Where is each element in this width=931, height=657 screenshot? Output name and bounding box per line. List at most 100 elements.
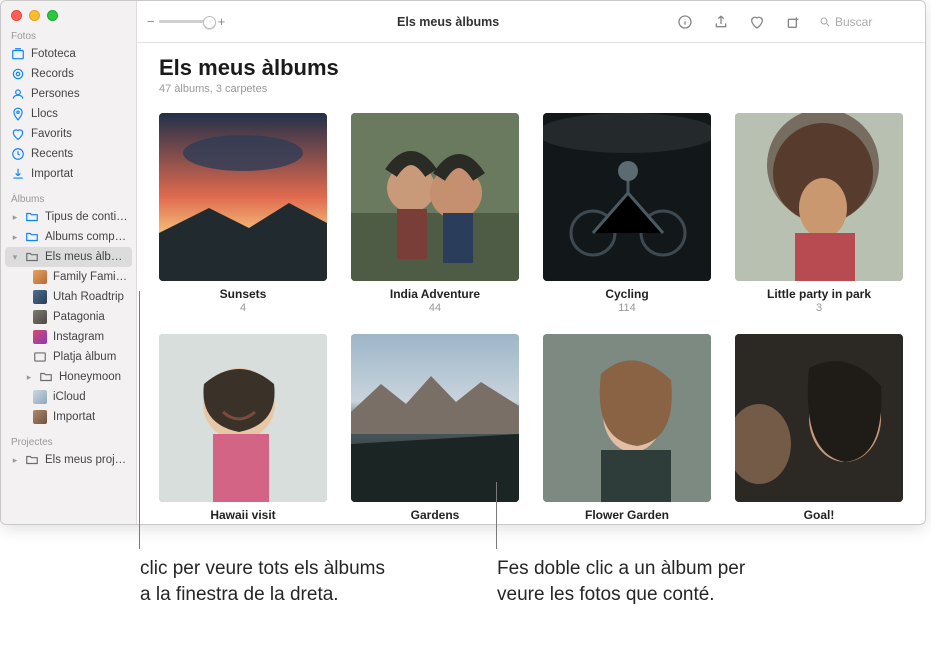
callout-left: clic per veure tots els àlbums a la fine… — [140, 556, 390, 607]
search-placeholder: Buscar — [835, 15, 872, 29]
sidebar-section-albums: Àlbums — [1, 190, 136, 207]
album-count: 12 — [735, 523, 903, 524]
zoom-out-icon[interactable]: − — [147, 14, 155, 29]
sidebar-item-els-meus-albums[interactable]: ▾ Els meus àlbums — [5, 247, 132, 267]
sidebar-item-records[interactable]: Records — [1, 64, 136, 84]
album-item[interactable]: Sunsets 4 — [159, 113, 327, 314]
fullscreen-window-button[interactable] — [47, 10, 58, 21]
album-item[interactable]: India Adventure 44 — [351, 113, 519, 314]
chevron-right-icon[interactable]: ▸ — [11, 232, 19, 243]
places-icon — [11, 107, 25, 121]
info-button[interactable] — [671, 11, 699, 33]
album-thumbnail — [543, 334, 711, 502]
album-item[interactable]: Hawaii visit 2 — [159, 334, 327, 524]
sidebar-item-persones[interactable]: Persones — [1, 84, 136, 104]
sidebar-section-projectes: Projectes — [1, 433, 136, 450]
sidebar-item-utah-roadtrip[interactable]: Utah Roadtrip — [1, 287, 136, 307]
album-item[interactable]: Cycling 114 — [543, 113, 711, 314]
album-thumbnail — [159, 334, 327, 502]
album-thumbnail — [735, 113, 903, 281]
album-count: 8 — [543, 523, 711, 524]
album-count: 24 — [351, 523, 519, 524]
album-count: 44 — [351, 302, 519, 314]
chevron-right-icon[interactable]: ▸ — [25, 372, 33, 383]
sidebar-item-honeymoon[interactable]: ▸ Honeymoon — [1, 367, 136, 387]
album-thumbnail — [351, 334, 519, 502]
album-title: Gardens — [351, 508, 519, 522]
minimize-window-button[interactable] — [29, 10, 40, 21]
sidebar-item-platja-album[interactable]: Platja àlbum — [1, 347, 136, 367]
search-icon — [819, 16, 831, 28]
album-thumbnail — [351, 113, 519, 281]
album-thumbnail — [735, 334, 903, 502]
close-window-button[interactable] — [11, 10, 22, 21]
callout-leader-line — [496, 482, 497, 549]
search-field[interactable]: Buscar — [815, 13, 915, 31]
sidebar-item-tipus-contingut[interactable]: ▸ Tipus de contingut — [1, 207, 136, 227]
album-title: Flower Garden — [543, 508, 711, 522]
album-thumbnail — [543, 113, 711, 281]
sidebar-item-els-meus-projectes[interactable]: ▸ Els meus projectes — [1, 450, 136, 470]
import-icon — [11, 167, 25, 181]
sidebar-item-importat-album[interactable]: Importat — [1, 407, 136, 427]
sidebar-item-fototeca[interactable]: Fototeca — [1, 44, 136, 64]
toolbar: − + Els meus àlbums Buscar — [137, 1, 925, 43]
chevron-right-icon[interactable]: ▸ — [11, 212, 19, 223]
album-title: India Adventure — [351, 287, 519, 301]
album-grid: Sunsets 4 — [159, 113, 903, 524]
sidebar-item-llocs[interactable]: Llocs — [1, 104, 136, 124]
zoom-control[interactable]: − + — [147, 14, 225, 29]
album-thumbnail-icon — [33, 390, 47, 404]
window-controls — [1, 1, 136, 27]
toolbar-title: Els meus àlbums — [397, 15, 499, 29]
sidebar-item-patagonia[interactable]: Patagonia — [1, 307, 136, 327]
folder-icon — [25, 453, 39, 467]
album-thumbnail-icon — [33, 270, 47, 284]
sidebar-item-importat[interactable]: Importat — [1, 164, 136, 184]
content-area: Els meus àlbums 47 àlbums, 3 carpetes Su… — [137, 43, 925, 524]
favorite-button[interactable] — [743, 11, 771, 33]
sidebar-section-fotos: Fotos — [1, 27, 136, 44]
album-thumbnail-icon — [33, 290, 47, 304]
sidebar-item-albums-compartits[interactable]: ▸ Àlbums compartits — [1, 227, 136, 247]
album-icon — [33, 350, 47, 364]
sidebar-item-icloud[interactable]: iCloud — [1, 387, 136, 407]
album-thumbnail-icon — [33, 410, 47, 424]
page-title: Els meus àlbums — [159, 55, 903, 81]
album-item[interactable]: Gardens 24 — [351, 334, 519, 524]
callout-leader-line — [139, 291, 140, 549]
memories-icon — [11, 67, 25, 81]
heart-icon — [11, 127, 25, 141]
album-count: 114 — [543, 302, 711, 314]
share-button[interactable] — [707, 11, 735, 33]
album-item[interactable]: Flower Garden 8 — [543, 334, 711, 524]
album-count: 2 — [159, 523, 327, 524]
main-panel: − + Els meus àlbums Buscar — [137, 1, 925, 524]
sidebar-item-favorits[interactable]: Favorits — [1, 124, 136, 144]
callout-right: Fes doble clic a un àlbum per veure les … — [497, 556, 747, 607]
album-thumbnail-icon — [33, 330, 47, 344]
folder-icon — [25, 250, 39, 264]
album-count: 3 — [735, 302, 903, 314]
album-count: 4 — [159, 302, 327, 314]
clock-icon — [11, 147, 25, 161]
sidebar-item-family[interactable]: Family Family… — [1, 267, 136, 287]
album-thumbnail-icon — [33, 310, 47, 324]
sidebar-item-instagram[interactable]: Instagram — [1, 327, 136, 347]
folder-icon — [39, 370, 53, 384]
folder-icon — [25, 210, 39, 224]
album-item[interactable]: Little party in park 3 — [735, 113, 903, 314]
album-title: Sunsets — [159, 287, 327, 301]
album-thumbnail — [159, 113, 327, 281]
zoom-in-icon[interactable]: + — [218, 14, 226, 29]
sidebar: Fotos Fototeca Records Persones Llocs — [1, 1, 137, 524]
sidebar-item-recents[interactable]: Recents — [1, 144, 136, 164]
shared-folder-icon — [25, 230, 39, 244]
album-title: Little party in park — [735, 287, 903, 301]
chevron-right-icon[interactable]: ▸ — [11, 455, 19, 466]
zoom-slider[interactable] — [159, 20, 214, 23]
album-item[interactable]: Goal! 12 — [735, 334, 903, 524]
page-subtitle: 47 àlbums, 3 carpetes — [159, 83, 903, 95]
rotate-button[interactable] — [779, 11, 807, 33]
chevron-down-icon[interactable]: ▾ — [11, 252, 19, 263]
